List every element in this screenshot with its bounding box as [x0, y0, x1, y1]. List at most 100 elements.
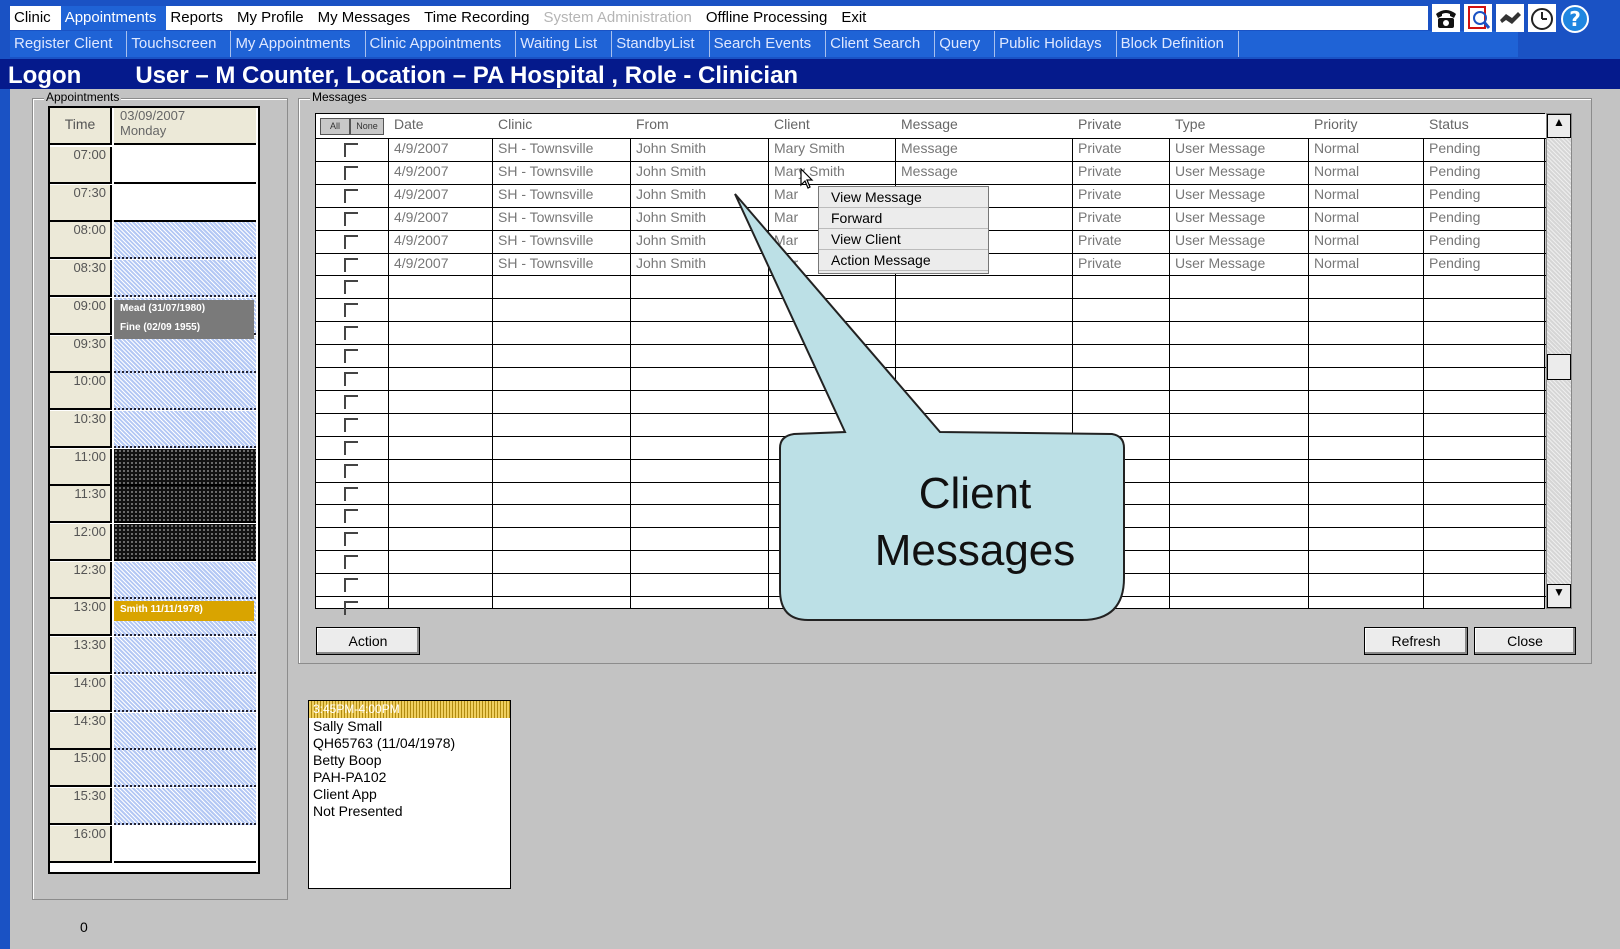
- appointment-slot[interactable]: [114, 674, 256, 712]
- booking-block[interactable]: Fine (02/09 1955): [114, 318, 254, 339]
- menu-item-clinic[interactable]: Clinic: [10, 6, 61, 30]
- appointment-slot[interactable]: [114, 750, 256, 788]
- user-location-role: User – M Counter, Location – PA Hospital…: [135, 62, 799, 89]
- submenu-item-touchscreen[interactable]: Touchscreen: [127, 31, 232, 57]
- appointment-slot[interactable]: [114, 561, 256, 599]
- column-header-status[interactable]: Status: [1423, 114, 1546, 137]
- row-checkbox[interactable]: [344, 601, 358, 615]
- scroll-up-icon[interactable]: ▲: [1547, 114, 1571, 138]
- row-checkbox[interactable]: [344, 578, 358, 593]
- time-label: 13:00: [50, 599, 112, 637]
- booking-block[interactable]: Mead (31/07/1980): [114, 299, 254, 320]
- message-cell: Mary Smith: [774, 162, 845, 179]
- submenu-item-clinic-appointments[interactable]: Clinic Appointments: [366, 31, 517, 57]
- submenu-item-standbylist[interactable]: StandbyList: [612, 31, 710, 57]
- appointment-slot[interactable]: [114, 712, 256, 750]
- card-line: Not Presented: [313, 803, 403, 819]
- menu-item-my-profile[interactable]: My Profile: [233, 6, 314, 30]
- scroll-thumb[interactable]: [1547, 354, 1571, 380]
- submenu-item-my-appointments[interactable]: My Appointments: [231, 31, 366, 57]
- appointment-slot[interactable]: [114, 448, 256, 486]
- submenu-item-query[interactable]: Query: [935, 31, 996, 57]
- date-header: 03/09/2007 Monday: [114, 108, 256, 145]
- row-checkbox[interactable]: [344, 440, 358, 455]
- submenu-item-register-client[interactable]: Register Client: [10, 31, 128, 57]
- column-header-from[interactable]: From: [630, 114, 768, 137]
- menu-item-appointments[interactable]: Appointments: [60, 6, 167, 30]
- column-header-message[interactable]: Message: [895, 114, 1072, 137]
- appointment-detail-card[interactable]: 3:45PM-4:00PM Sally Small QH65763 (11/04/…: [308, 700, 511, 889]
- time-label: 14:30: [50, 712, 112, 750]
- menu-item-my-messages[interactable]: My Messages: [314, 6, 421, 30]
- appointment-slot[interactable]: [114, 524, 256, 561]
- column-header-priority[interactable]: Priority: [1308, 114, 1423, 137]
- row-checkbox[interactable]: [344, 349, 358, 364]
- submenu-item-client-search[interactable]: Client Search: [826, 31, 936, 57]
- row-checkbox[interactable]: [344, 394, 358, 409]
- row-checkbox[interactable]: [344, 372, 358, 386]
- message-row[interactable]: 4/9/2007 SH - Townsville John Smith Mary Sm…: [316, 161, 1546, 185]
- appointment-slot[interactable]: [114, 373, 256, 411]
- message-cell: 4/9/2007: [394, 185, 449, 202]
- row-checkbox[interactable]: [344, 303, 358, 318]
- time-label: 10:00: [50, 373, 112, 411]
- row-checkbox[interactable]: [344, 326, 358, 341]
- menu-item-time-recording[interactable]: Time Recording: [420, 6, 539, 30]
- document-icon[interactable]: [1464, 4, 1492, 32]
- submenu-item-public-holidays[interactable]: Public Holidays: [995, 31, 1117, 57]
- time-label: 09:00: [50, 297, 112, 335]
- menu-item-reports[interactable]: Reports: [166, 6, 233, 30]
- message-cell: Pending: [1429, 162, 1481, 179]
- appointment-slot[interactable]: [114, 637, 256, 675]
- context-menu-item-forward[interactable]: Forward: [819, 208, 988, 229]
- help-icon[interactable]: ?: [1560, 4, 1590, 34]
- alarm-clock-icon[interactable]: [1528, 4, 1556, 32]
- appointment-slot[interactable]: [114, 222, 256, 260]
- appointment-slot[interactable]: [114, 260, 256, 298]
- column-header-clinic[interactable]: Clinic: [492, 114, 630, 137]
- row-checkbox[interactable]: [344, 555, 358, 570]
- message-cell: User Message: [1175, 140, 1266, 156]
- context-menu-item-view-client[interactable]: View Client: [819, 229, 988, 250]
- appointment-slot[interactable]: [114, 185, 256, 222]
- submenu-item-waiting-list[interactable]: Waiting List: [516, 31, 613, 57]
- submenu-item-block-definition[interactable]: Block Definition: [1117, 31, 1240, 57]
- appointment-slot[interactable]: [114, 410, 256, 448]
- column-header-client[interactable]: Client: [768, 114, 895, 137]
- row-checkbox[interactable]: [344, 532, 358, 547]
- row-checkbox[interactable]: [344, 463, 358, 478]
- menu-item-exit[interactable]: Exit: [837, 6, 876, 30]
- refresh-button[interactable]: Refresh: [1364, 627, 1468, 655]
- message-cell: Mary Smith: [774, 140, 845, 156]
- handshake-icon[interactable]: [1496, 4, 1524, 32]
- row-checkbox[interactable]: [344, 486, 358, 501]
- context-menu-item-action-message[interactable]: Action Message: [819, 250, 988, 271]
- appointment-slot[interactable]: [114, 787, 256, 825]
- message-row[interactable]: 4/9/2007 SH - Townsville John Smith Mary Sm…: [316, 138, 1546, 162]
- row-checkbox[interactable]: [344, 417, 358, 432]
- column-header-type[interactable]: Type: [1169, 114, 1308, 137]
- appointment-slot[interactable]: [114, 826, 256, 863]
- logon-title-bar: Logon User – M Counter, Location – PA Hos…: [0, 59, 1620, 89]
- column-header-private[interactable]: Private: [1072, 114, 1169, 137]
- phone-icon[interactable]: [1432, 4, 1460, 32]
- message-cell: Normal: [1314, 140, 1360, 156]
- row-checkbox[interactable]: [344, 509, 358, 524]
- messages-scrollbar[interactable]: ▲ ▼: [1546, 113, 1572, 609]
- booking-block[interactable]: Smith 11/11/1978): [114, 601, 254, 622]
- scroll-down-icon[interactable]: ▼: [1547, 584, 1571, 608]
- message-cell: 4/9/2007: [394, 208, 449, 225]
- close-button[interactable]: Close: [1474, 627, 1576, 655]
- menu-item-offline-processing[interactable]: Offline Processing: [702, 6, 837, 30]
- select-all-button[interactable]: All: [320, 118, 350, 135]
- appointment-slot[interactable]: [114, 147, 256, 184]
- column-header-date[interactable]: Date: [388, 114, 492, 137]
- select-none-button[interactable]: None: [350, 118, 384, 135]
- context-menu-item-view-message[interactable]: View Message: [819, 187, 988, 208]
- appointment-slot[interactable]: [114, 486, 256, 524]
- submenu-item-search-events[interactable]: Search Events: [710, 31, 827, 57]
- row-checkbox[interactable]: [344, 280, 358, 295]
- menu-item-system-administration[interactable]: System Administration: [540, 6, 702, 30]
- action-button[interactable]: Action: [316, 627, 420, 655]
- appointment-slot[interactable]: [114, 335, 256, 373]
